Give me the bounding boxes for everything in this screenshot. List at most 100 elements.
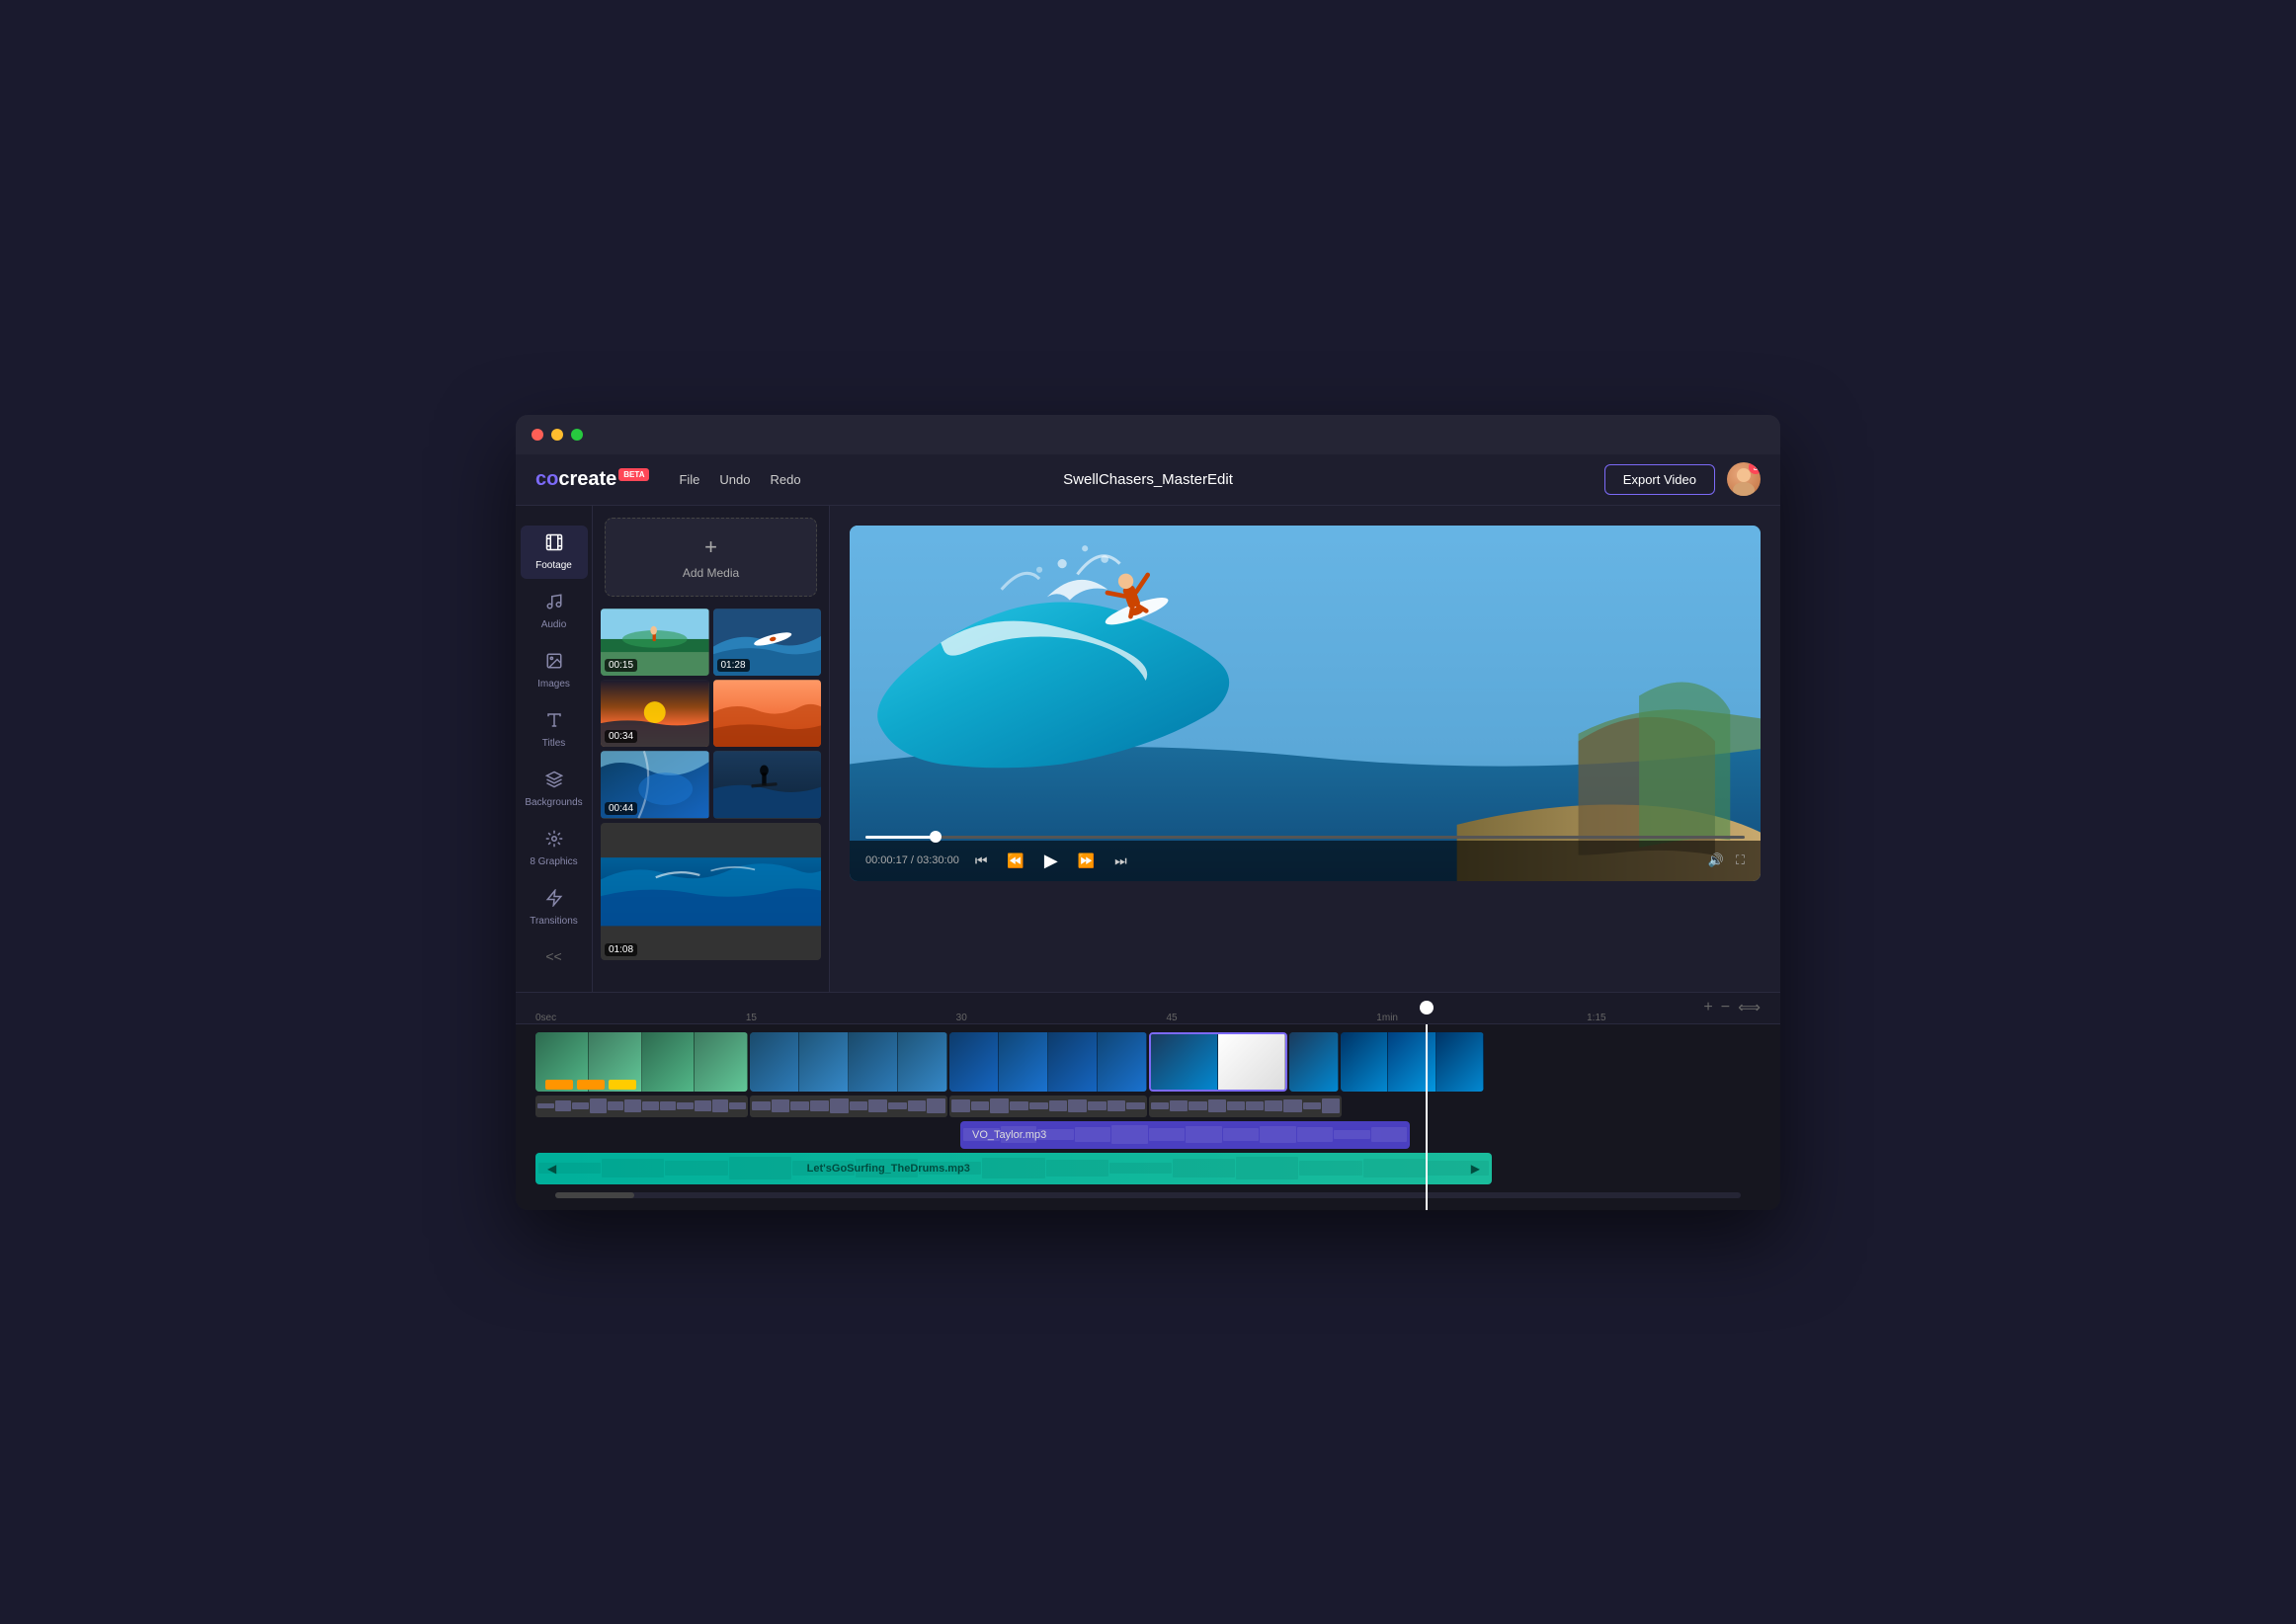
video-scene-svg [850, 526, 1761, 881]
waveform-bar [1283, 1099, 1301, 1113]
fullscreen-icon[interactable]: ⛶ [1736, 853, 1745, 868]
waveform-bar [1170, 1100, 1188, 1111]
film-icon [545, 533, 563, 556]
type-icon [545, 711, 563, 734]
clip-duration-1: 00:15 [605, 659, 637, 672]
sidebar-item-backgrounds[interactable]: Backgrounds [521, 763, 588, 816]
waveform-bar [951, 1099, 970, 1112]
menu-redo[interactable]: Redo [771, 472, 801, 487]
video-preview: 00:00:17 / 03:30:00 ⏮ ⏪ ▶ ⏩ ⏭ 🔊 ⛶ [850, 526, 1761, 881]
clip-duration-5: 00:44 [605, 802, 637, 815]
shapes-icon [545, 830, 563, 853]
vo-bar [1149, 1128, 1186, 1141]
vo-bar [1334, 1130, 1370, 1140]
music-bar [602, 1159, 664, 1177]
sidebar-label-audio: Audio [541, 619, 567, 630]
sidebar-collapse-button[interactable]: << [537, 940, 569, 972]
skip-forward-button[interactable]: ⏭ [1110, 851, 1131, 871]
close-window-button[interactable] [532, 429, 543, 441]
ruler-mark-1min: 1min [1376, 1013, 1398, 1023]
track-clip-ocean[interactable] [1341, 1032, 1484, 1092]
media-thumb-4[interactable] [713, 680, 822, 747]
audio-waveform-sail [1149, 1096, 1342, 1117]
scrollbar-thumb[interactable] [555, 1192, 634, 1198]
media-thumb-7[interactable]: 01:08 [601, 823, 821, 960]
export-video-button[interactable]: Export Video [1604, 464, 1715, 495]
sidebar-item-titles[interactable]: Titles [521, 703, 588, 757]
sidebar-item-transitions[interactable]: Transitions [521, 881, 588, 934]
ruler-marks: 0sec 15 30 45 1min 1:15 [535, 993, 1703, 1023]
logo-text: cocreateBETA [535, 468, 649, 491]
timeline-scrollbar[interactable] [555, 1192, 1741, 1198]
volume-icon[interactable]: 🔊 [1708, 853, 1724, 868]
waveform-bar [908, 1100, 927, 1111]
maximize-window-button[interactable] [571, 429, 583, 441]
mini-frame [898, 1032, 947, 1092]
track-clip-beach[interactable] [535, 1032, 748, 1092]
track-clip-sail[interactable] [1149, 1032, 1287, 1092]
waveform-bar [1151, 1102, 1169, 1109]
waveform-bar [1126, 1102, 1145, 1108]
vo-bar [1075, 1127, 1111, 1142]
layers-icon [545, 771, 563, 793]
music-track[interactable]: ◀ Let'sGoSurfing_TheDrums.mp3 ▶ [535, 1153, 1492, 1184]
ruler-mark-45: 45 [1166, 1013, 1177, 1023]
waveform-bar [1322, 1098, 1340, 1112]
marker [609, 1080, 636, 1090]
clip-surf-content [750, 1032, 947, 1092]
waveform-bar [660, 1101, 677, 1111]
media-thumb-6[interactable] [713, 751, 822, 818]
video-preview-wrapper: 00:00:17 / 03:30:00 ⏮ ⏪ ▶ ⏩ ⏭ 🔊 ⛶ [850, 526, 1761, 901]
waveform-bar [624, 1099, 641, 1112]
sidebar-item-images[interactable]: Images [521, 644, 588, 697]
waveform-bar [1010, 1101, 1028, 1111]
titlebar [516, 415, 1780, 454]
minimize-window-button[interactable] [551, 429, 563, 441]
media-thumb-2[interactable]: 01:28 [713, 609, 822, 676]
sidebar-item-audio[interactable]: Audio [521, 585, 588, 638]
music-bar [1109, 1163, 1172, 1175]
sidebar-item-footage[interactable]: Footage [521, 526, 588, 579]
fit-button[interactable]: ⟺ [1738, 998, 1761, 1017]
track-clip-surf1[interactable] [750, 1032, 947, 1092]
app-window: cocreateBETA File Undo Redo SwellChasers… [516, 415, 1780, 1210]
music-bar [1236, 1157, 1298, 1179]
add-media-button[interactable]: + Add Media [605, 518, 817, 597]
waveform-bar [1189, 1101, 1206, 1110]
waveform-bar [927, 1098, 945, 1112]
media-grid: 00:15 01:28 [593, 609, 829, 969]
track-clip-boat[interactable] [1289, 1032, 1339, 1092]
play-button[interactable]: ▶ [1040, 849, 1062, 873]
sidebar-label-images: Images [537, 679, 570, 690]
logo: cocreateBETA [535, 468, 649, 491]
fast-forward-button[interactable]: ⏩ [1074, 851, 1099, 871]
clip-wave-content [949, 1032, 1147, 1092]
preview-area: 00:00:17 / 03:30:00 ⏮ ⏪ ▶ ⏩ ⏭ 🔊 ⛶ [830, 506, 1780, 992]
waveform-bar [850, 1101, 868, 1110]
avatar[interactable]: 3 [1727, 462, 1761, 496]
zoom-out-button[interactable]: − [1721, 999, 1730, 1016]
zoom-in-button[interactable]: + [1703, 999, 1712, 1016]
rewind-button[interactable]: ⏪ [1003, 851, 1027, 871]
track-clip-wave[interactable] [949, 1032, 1147, 1092]
vo-bar [1223, 1128, 1260, 1140]
mini-frame [1341, 1032, 1388, 1092]
music-bar [729, 1157, 791, 1178]
progress-fill [865, 836, 936, 839]
sidebar-item-graphics[interactable]: 8 Graphics [521, 822, 588, 875]
waveform-bar [1303, 1102, 1321, 1108]
skip-back-button[interactable]: ⏮ [971, 851, 992, 871]
marker [577, 1080, 605, 1090]
menu-undo[interactable]: Undo [719, 472, 750, 487]
clip-markers [545, 1080, 636, 1090]
menu-file[interactable]: File [679, 472, 699, 487]
vo-track[interactable]: VO_Taylor.mp3 [960, 1121, 1410, 1149]
media-thumb-1[interactable]: 00:15 [601, 609, 709, 676]
media-thumb-3[interactable]: 00:34 [601, 680, 709, 747]
progress-bar[interactable] [865, 836, 1745, 839]
media-thumb-5[interactable]: 00:44 [601, 751, 709, 818]
mini-frame [1048, 1032, 1098, 1092]
mini-frame [750, 1032, 799, 1092]
progress-handle[interactable] [930, 831, 942, 843]
audio-waveform-surf [750, 1096, 947, 1117]
